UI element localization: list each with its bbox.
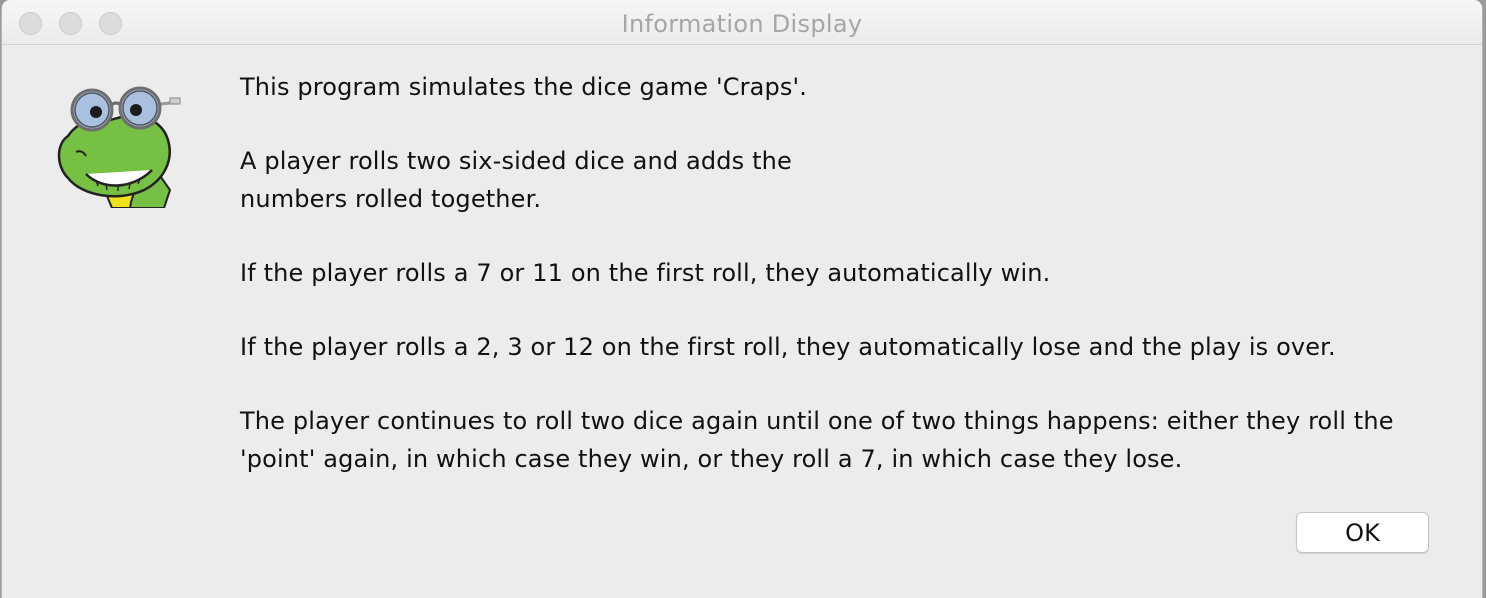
information-dialog-window: Information Display This program simulat…: [1, 0, 1483, 598]
window-title: Information Display: [621, 10, 863, 38]
frog-with-glasses-icon: [52, 78, 184, 208]
message-paragraph: If the player rolls a 2, 3 or 12 on the …: [240, 333, 1336, 361]
message-paragraph: This program simulates the dice game 'Cr…: [240, 73, 808, 101]
message-paragraph: If the player rolls a 7 or 11 on the fir…: [240, 259, 1051, 287]
message-text: This program simulates the dice game 'Cr…: [240, 68, 1465, 514]
ok-button[interactable]: OK: [1296, 512, 1429, 553]
title-bar: Information Display: [2, 0, 1482, 45]
message-paragraph: A player rolls two six-sided dice and ad…: [240, 147, 792, 213]
message-paragraph: The player continues to roll two dice ag…: [240, 407, 1394, 473]
